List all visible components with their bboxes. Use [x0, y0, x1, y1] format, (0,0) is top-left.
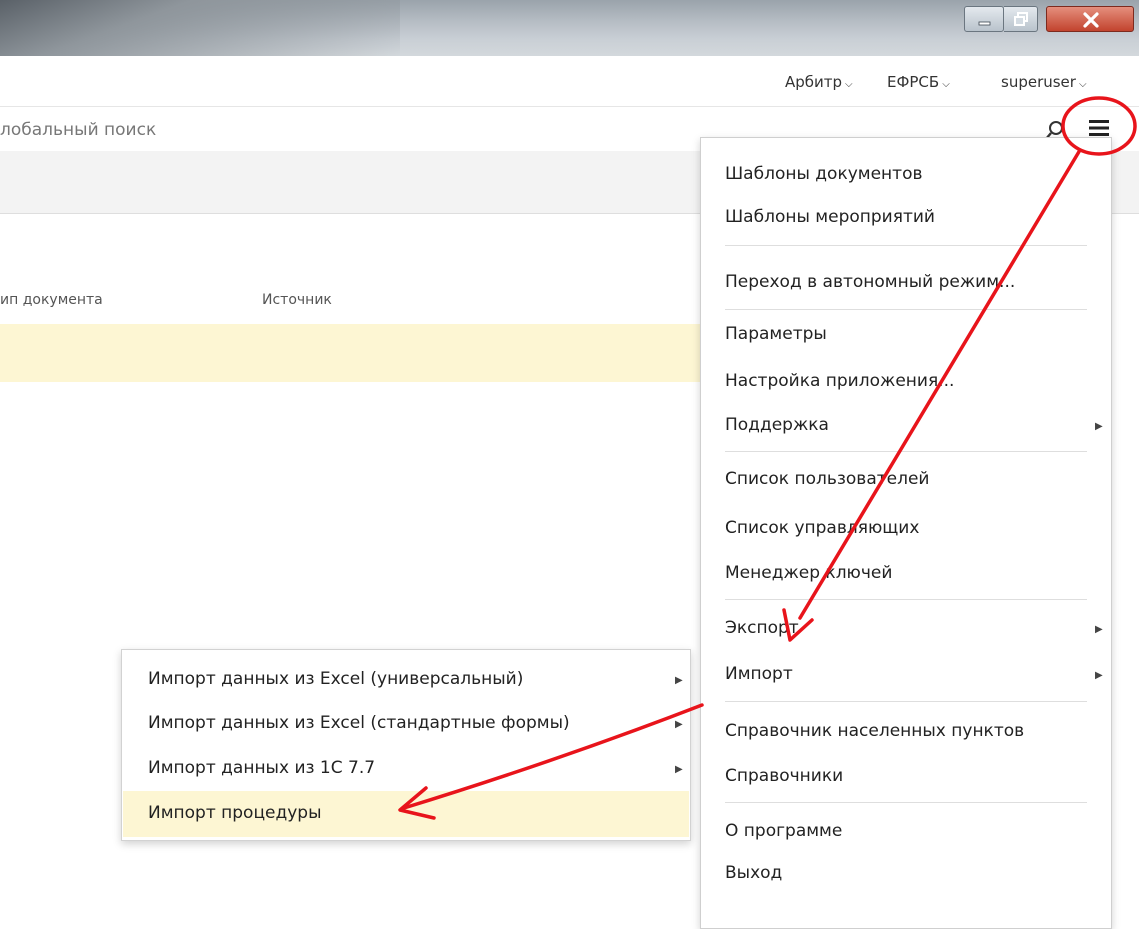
table-row[interactable] — [0, 324, 700, 382]
close-icon — [1083, 12, 1099, 28]
submenu-item-excel-standard-forms[interactable]: Импорт данных из Excel (стандартные форм… — [148, 713, 570, 733]
menu-item-app-settings[interactable]: Настройка приложения... — [725, 371, 954, 391]
arbitr-label: Арбитр — [785, 73, 843, 91]
triangle-right-icon: ▶ — [675, 719, 683, 730]
chevron-down-icon: ⌵ — [942, 79, 950, 90]
efrsb-menu[interactable]: ЕФРСБ ⌵ — [887, 73, 950, 91]
main-dropdown-menu: Шаблоны документов Шаблоны мероприятий П… — [700, 137, 1112, 929]
triangle-right-icon: ▶ — [1095, 421, 1103, 432]
menu-item-event-templates[interactable]: Шаблоны мероприятий — [725, 207, 935, 227]
menu-item-document-templates[interactable]: Шаблоны документов — [725, 164, 923, 184]
menu-item-directories[interactable]: Справочники — [725, 766, 843, 786]
menu-divider — [725, 245, 1087, 246]
menu-item-about[interactable]: О программе — [725, 821, 842, 841]
minimize-button[interactable] — [964, 6, 1004, 32]
window-title-bar — [0, 0, 1139, 56]
submenu-item-excel-universal[interactable]: Импорт данных из Excel (универсальный) — [148, 669, 523, 689]
title-bar-glass — [0, 0, 400, 56]
efrsb-label: ЕФРСБ — [887, 73, 940, 91]
submenu-item-import-procedure[interactable]: Импорт процедуры — [148, 803, 322, 823]
menu-item-offline-mode[interactable]: Переход в автономный режим... — [725, 272, 1015, 292]
close-button[interactable] — [1046, 6, 1134, 32]
column-header-source[interactable]: Источник — [262, 292, 332, 308]
submenu-item-1c-77[interactable]: Импорт данных из 1С 7.7 — [148, 758, 375, 778]
menu-item-localities-directory[interactable]: Справочник населенных пунктов — [725, 721, 1024, 741]
arbitr-menu[interactable]: Арбитр ⌵ — [785, 73, 853, 91]
maximize-button[interactable] — [1004, 6, 1038, 32]
chevron-down-icon: ⌵ — [1078, 79, 1087, 90]
menu-divider — [725, 309, 1087, 310]
search-input[interactable]: лобальный поиск — [0, 120, 156, 140]
menu-item-exit[interactable]: Выход — [725, 863, 782, 883]
chevron-down-icon: ⌵ — [845, 79, 853, 90]
menu-item-users-list[interactable]: Список пользователей — [725, 469, 929, 489]
menu-item-export[interactable]: Экспорт — [725, 618, 799, 638]
triangle-right-icon: ▶ — [675, 675, 683, 686]
menu-item-key-manager[interactable]: Менеджер ключей — [725, 563, 892, 583]
menu-divider — [725, 802, 1087, 803]
menu-item-import[interactable]: Импорт — [725, 664, 793, 684]
import-submenu: Импорт данных из Excel (универсальный) ▶… — [121, 649, 691, 841]
menu-divider — [725, 599, 1087, 600]
triangle-right-icon: ▶ — [1095, 670, 1103, 681]
user-name: superuser — [1001, 73, 1076, 91]
column-header-doc-type[interactable]: ип документа — [0, 292, 103, 308]
triangle-right-icon: ▶ — [675, 764, 683, 775]
restore-icon — [1014, 12, 1028, 26]
menu-item-managers-list[interactable]: Список управляющих — [725, 518, 919, 538]
menu-item-support[interactable]: Поддержка — [725, 415, 829, 435]
menu-divider — [725, 451, 1087, 452]
menu-item-parameters[interactable]: Параметры — [725, 324, 827, 344]
user-menu[interactable]: superuser ⌵ — [1001, 73, 1087, 91]
minimize-icon — [978, 21, 991, 26]
triangle-right-icon: ▶ — [1095, 624, 1103, 635]
menu-divider — [725, 701, 1087, 702]
user-bar: Арбитр ⌵ ЕФРСБ ⌵ superuser ⌵ — [0, 56, 1139, 107]
